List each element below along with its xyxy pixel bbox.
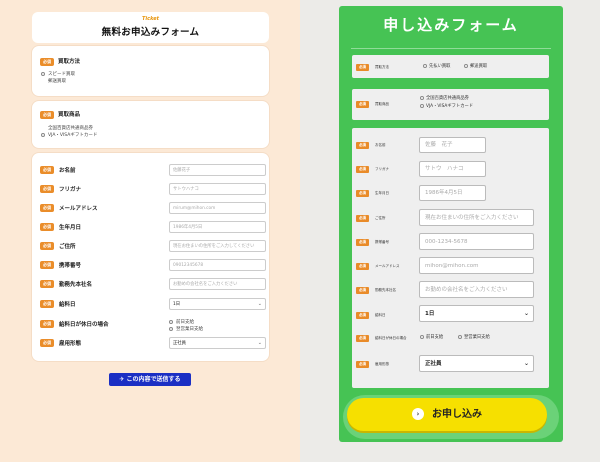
employment-select[interactable]: 正社員 ⌄	[419, 355, 534, 372]
furigana-input[interactable]: サトウ ハナコ	[419, 161, 486, 177]
holiday-option-after[interactable]: 翌営業日支給	[458, 334, 490, 340]
phone-input[interactable]: 000-1234-5678	[419, 233, 534, 250]
submit-button-wrap: › お申し込み	[343, 395, 559, 439]
ticket-logo: Ticket	[141, 16, 160, 22]
method-option-mail[interactable]: 郵送買取	[48, 78, 66, 84]
radio-icon[interactable]	[458, 335, 462, 339]
phone-input[interactable]: 09012345678	[169, 259, 266, 271]
phone-label: 必須 携帯番号	[356, 239, 389, 246]
title-divider	[351, 48, 551, 49]
name-label: 必須 お名前	[356, 142, 386, 149]
method-label: 必須 買取方法	[40, 57, 80, 66]
product-option-vja[interactable]: VJA・VISAギフトカード	[420, 103, 473, 109]
furigana-label: 必須 フリガナ	[356, 166, 389, 173]
email-input[interactable]: mirum@mihon.com	[169, 202, 266, 214]
radio-icon[interactable]	[169, 320, 173, 324]
left-form-title: 無料お申込みフォーム	[101, 27, 200, 38]
method-option-prepay[interactable]: 先払い買取	[423, 63, 450, 69]
company-label: 必須 勤務先本社名	[356, 287, 396, 294]
required-badge: 必須	[40, 110, 54, 119]
radio-icon[interactable]	[41, 133, 45, 137]
holiday-option-before[interactable]: 前日支給	[169, 319, 194, 325]
company-input[interactable]: お勤めの会社名をご入力ください	[419, 281, 534, 298]
address-input[interactable]: 現在お住まいの住所をご入力してください	[169, 240, 266, 252]
radio-icon[interactable]	[423, 64, 427, 68]
right-form-title: 申し込みフォーム	[383, 16, 519, 34]
name-input[interactable]: 佐藤花子	[169, 164, 266, 176]
product-option-dept[interactable]: 全国百貨店共通商品券	[48, 125, 93, 131]
holiday-field: 必須 給料日が休日の場合	[40, 318, 266, 331]
holiday-option-after[interactable]: 翌営業日支給	[169, 326, 203, 332]
birthdate-input[interactable]: 1986年4月5日	[419, 185, 486, 201]
chevron-down-icon: ⌄	[257, 340, 262, 346]
chevron-down-icon: ⌄	[523, 360, 529, 367]
birthdate-field: 必須 生年月日 1986年4月5日	[40, 221, 266, 234]
company-input[interactable]: お勤めの会社名をご入力ください	[169, 278, 266, 290]
right-product-box: 必須 買取商品 全国百貨店共通商品券 VJA・VISAギフトカード	[352, 89, 549, 120]
payday-select[interactable]: 1日 ⌄	[419, 305, 534, 322]
payday-label: 必須 給料日	[356, 312, 386, 319]
left-details-card: 必須 お名前 佐藤花子 必須 フリガナ サトウハナコ 必須 メールアドレス mirum…	[32, 153, 269, 361]
address-label: 必須 ご住所	[356, 215, 386, 222]
radio-icon[interactable]	[420, 96, 424, 100]
right-details-box: 必須 お名前 佐藤 花子 必須 フリガナ サトウ ハナコ 必須 生年月日 1986年4…	[352, 128, 549, 388]
furigana-field: 必須 フリガナ サトウハナコ	[40, 183, 266, 196]
radio-icon[interactable]	[464, 64, 468, 68]
radio-icon[interactable]	[420, 104, 424, 108]
email-input[interactable]: mihon@mihon.com	[419, 257, 534, 274]
furigana-input[interactable]: サトウハナコ	[169, 183, 266, 195]
send-icon: ✈	[119, 376, 127, 383]
payday-select[interactable]: 1日 ⌄	[169, 298, 266, 310]
left-method-card: 必須 買取方法 スピード買取 郵送買取	[32, 46, 269, 96]
phone-field: 必須 携帯番号 09012345678	[40, 259, 266, 272]
employment-select[interactable]: 正社員 ⌄	[169, 337, 266, 349]
product-option-dept[interactable]: 全国百貨店共通商品券	[420, 95, 469, 101]
address-input[interactable]: 現在お住まいの住所をご入力ください	[419, 209, 534, 226]
chevron-down-icon: ⌄	[257, 301, 262, 307]
right-submit-button[interactable]: › お申し込み	[347, 398, 547, 431]
required-badge: 必須	[40, 57, 54, 66]
chevron-down-icon: ⌄	[523, 310, 529, 317]
product-option-vja[interactable]: VJA・VISAギフトカード	[41, 132, 97, 138]
email-field: 必須 メールアドレス mirum@mihon.com	[40, 202, 266, 215]
name-field: 必須 お名前 佐藤花子	[40, 164, 266, 177]
left-submit-button[interactable]: ✈ この内容で送信する	[109, 373, 191, 386]
birthdate-input[interactable]: 1986年4月5日	[169, 221, 266, 233]
holiday-label: 必須 給料日が休日の場合	[356, 335, 407, 342]
left-product-card: 必須 買取商品 全国百貨店共通商品券 VJA・VISAギフトカード	[32, 101, 269, 148]
birthdate-label: 必須 生年月日	[356, 190, 389, 197]
employment-field: 必須 雇用形態 正社員 ⌄	[40, 337, 266, 350]
address-field: 必須 ご住所 現在お住まいの住所をご入力してください	[40, 240, 266, 253]
employment-label: 必須 雇用形態	[356, 361, 389, 368]
radio-icon[interactable]	[420, 335, 424, 339]
radio-icon[interactable]	[41, 72, 45, 76]
method-option-speed[interactable]: スピード買取	[41, 71, 75, 77]
product-label: 必須 買取商品	[356, 101, 389, 108]
right-form-panel: 申し込みフォーム 必須 買取方法 先払い買取 郵送買取 必須 買取商品 全国百貨店共…	[339, 6, 563, 442]
company-field: 必須 勤務先本社名 お勤めの会社名をご入力ください	[40, 278, 266, 291]
name-input[interactable]: 佐藤 花子	[419, 137, 486, 153]
left-header: Ticket 無料お申込みフォーム	[32, 12, 269, 43]
payday-field: 必須 給料日 1日 ⌄	[40, 298, 266, 311]
chevron-right-icon: ›	[412, 408, 424, 420]
right-method-box: 必須 買取方法 先払い買取 郵送買取	[352, 55, 549, 78]
method-option-mail[interactable]: 郵送買取	[464, 63, 487, 69]
email-label: 必須 メールアドレス	[356, 263, 400, 270]
product-label: 必須 買取商品	[40, 110, 80, 119]
method-label: 必須 買取方法	[356, 64, 389, 71]
holiday-option-before[interactable]: 前日支給	[420, 334, 443, 340]
radio-icon[interactable]	[169, 327, 173, 331]
